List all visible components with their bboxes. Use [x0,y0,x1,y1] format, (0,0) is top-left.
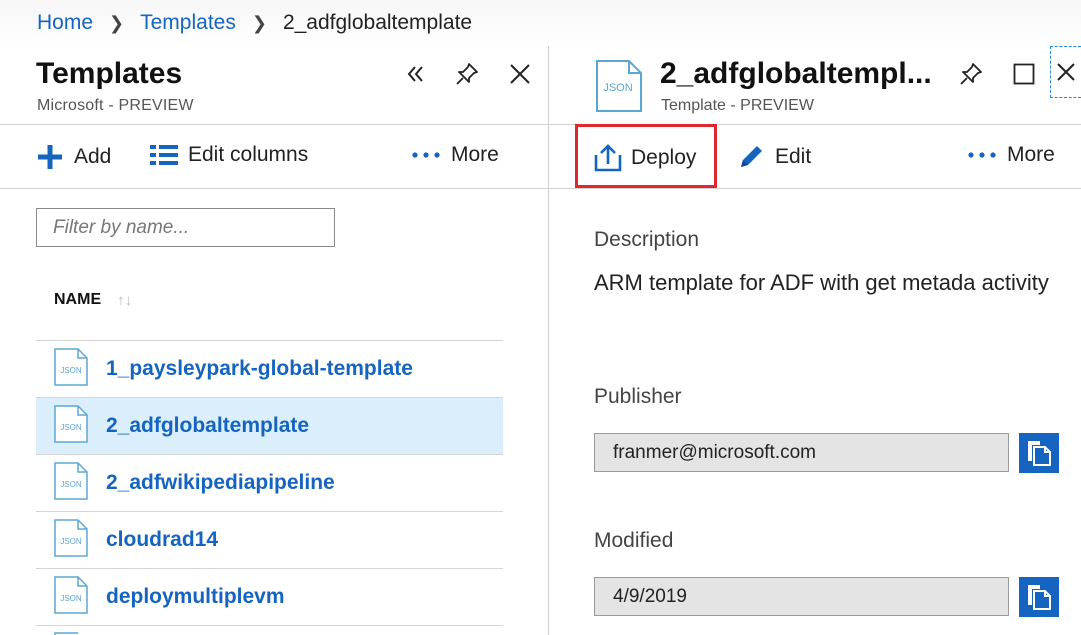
description-label: Description [594,228,700,251]
column-header-label: NAME [54,291,102,308]
more-button[interactable]: More [411,143,499,167]
edit-columns-label: Edit columns [188,143,309,166]
svg-text:JSON: JSON [60,366,82,375]
list-item[interactable]: JSON 2_adfglobaltemplate [36,397,503,454]
template-list: JSON 1_paysleypark-global-template JSON … [36,340,503,635]
pin-icon[interactable] [451,58,483,90]
svg-text:JSON: JSON [603,82,632,94]
copy-modified-button[interactable] [1019,577,1059,617]
list-item[interactable]: JSON cloudrad14 [36,511,503,568]
list-item-label: deploymultiplevm [106,585,285,608]
breadcrumb-current: 2_adfglobaltemplate [282,11,473,34]
sort-icon[interactable]: ↑↓ [117,292,132,309]
divider [549,188,1081,189]
blade-divider [548,46,549,635]
plus-icon [36,143,64,171]
list-item-partial[interactable] [36,625,503,635]
copy-icon [1028,585,1051,610]
publisher-label: Publisher [594,385,682,408]
copy-publisher-button[interactable] [1019,433,1059,473]
close-icon[interactable] [504,58,536,90]
blade-title: Templates [36,57,183,90]
svg-text:JSON: JSON [60,537,82,546]
filter-input[interactable] [53,216,318,239]
svg-text:JSON: JSON [60,423,82,432]
json-file-icon: JSON [54,404,88,448]
chevron-right-icon: ❯ [109,12,125,33]
json-file-icon: JSON [54,518,88,562]
json-file-icon [54,627,88,635]
chevron-right-icon: ❯ [251,12,267,33]
modified-label: Modified [594,529,674,552]
list-item-label: cloudrad14 [106,528,219,551]
divider [0,124,548,125]
json-template-icon: JSON [596,60,642,117]
breadcrumb-templates-link[interactable]: Templates [140,11,236,35]
json-file-icon: JSON [54,575,88,619]
breadcrumb: Home ❯ Templates ❯ 2_adfglobaltemplate [0,0,1081,46]
list-item-label: 2_adfwikipediapipeline [106,471,335,494]
svg-text:JSON: JSON [60,594,82,603]
deploy-highlight-frame [575,124,717,188]
detail-title: 2_adfglobaltempl... [660,57,932,90]
list-item-label: 2_adfglobaltemplate [106,414,310,437]
modified-field[interactable]: 4/9/2019 [594,577,1009,616]
list-item[interactable]: JSON deploymultiplevm [36,568,503,625]
pin-icon[interactable] [955,58,987,90]
list-item-label: 1_paysleypark-global-template [106,357,413,380]
more-label: More [1007,143,1055,166]
copy-icon [1028,441,1051,466]
svg-text:JSON: JSON [60,480,82,489]
pencil-icon [737,143,765,171]
columns-icon [150,145,178,165]
ellipsis-icon [411,151,441,159]
edit-button[interactable]: Edit [737,143,811,171]
detail-subtitle: Template - PREVIEW [661,97,814,114]
add-label: Add [74,145,112,168]
edit-label: Edit [775,145,812,168]
list-item[interactable]: JSON 2_adfwikipediapipeline [36,454,503,511]
blade-subtitle: Microsoft - PREVIEW [37,97,194,114]
list-item[interactable]: JSON 1_paysleypark-global-template [36,340,503,397]
modified-value: 4/9/2019 [613,585,687,607]
json-file-icon: JSON [54,347,88,391]
publisher-field[interactable]: franmer@microsoft.com [594,433,1009,472]
filter-input-box[interactable] [36,208,335,247]
edit-columns-button[interactable]: Edit columns [150,143,308,167]
close-button[interactable] [1050,46,1081,98]
add-button[interactable]: Add [36,143,111,171]
description-value: ARM template for ADF with get metada act… [594,270,1049,295]
more-label: More [451,143,499,166]
divider [0,188,548,189]
maximize-icon[interactable] [1008,58,1040,90]
ellipsis-icon [967,151,997,159]
breadcrumb-home-link[interactable]: Home [37,11,93,35]
close-icon [1057,63,1075,81]
json-file-icon: JSON [54,461,88,505]
collapse-icon[interactable] [400,58,432,90]
publisher-value: franmer@microsoft.com [613,441,816,463]
more-button[interactable]: More [967,143,1055,167]
column-header-name[interactable]: NAME ↑↓ [54,291,132,309]
